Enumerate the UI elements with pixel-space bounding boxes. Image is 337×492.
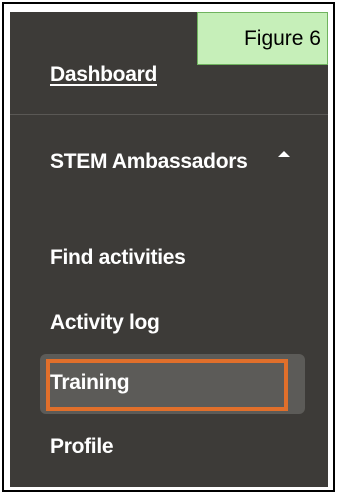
highlight-box (46, 359, 288, 411)
dashboard-link[interactable]: Dashboard (50, 63, 157, 87)
sidebar-item-activity-log[interactable]: Activity log (50, 311, 160, 335)
chevron-up-icon[interactable] (278, 151, 290, 157)
sidebar-item-find-activities[interactable]: Find activities (50, 246, 186, 270)
sidebar-item-profile[interactable]: Profile (50, 435, 114, 459)
sidebar-divider (10, 114, 328, 115)
figure-label: Figure 6 (197, 12, 328, 65)
section-stem-ambassadors[interactable]: STEM Ambassadors (50, 145, 250, 178)
